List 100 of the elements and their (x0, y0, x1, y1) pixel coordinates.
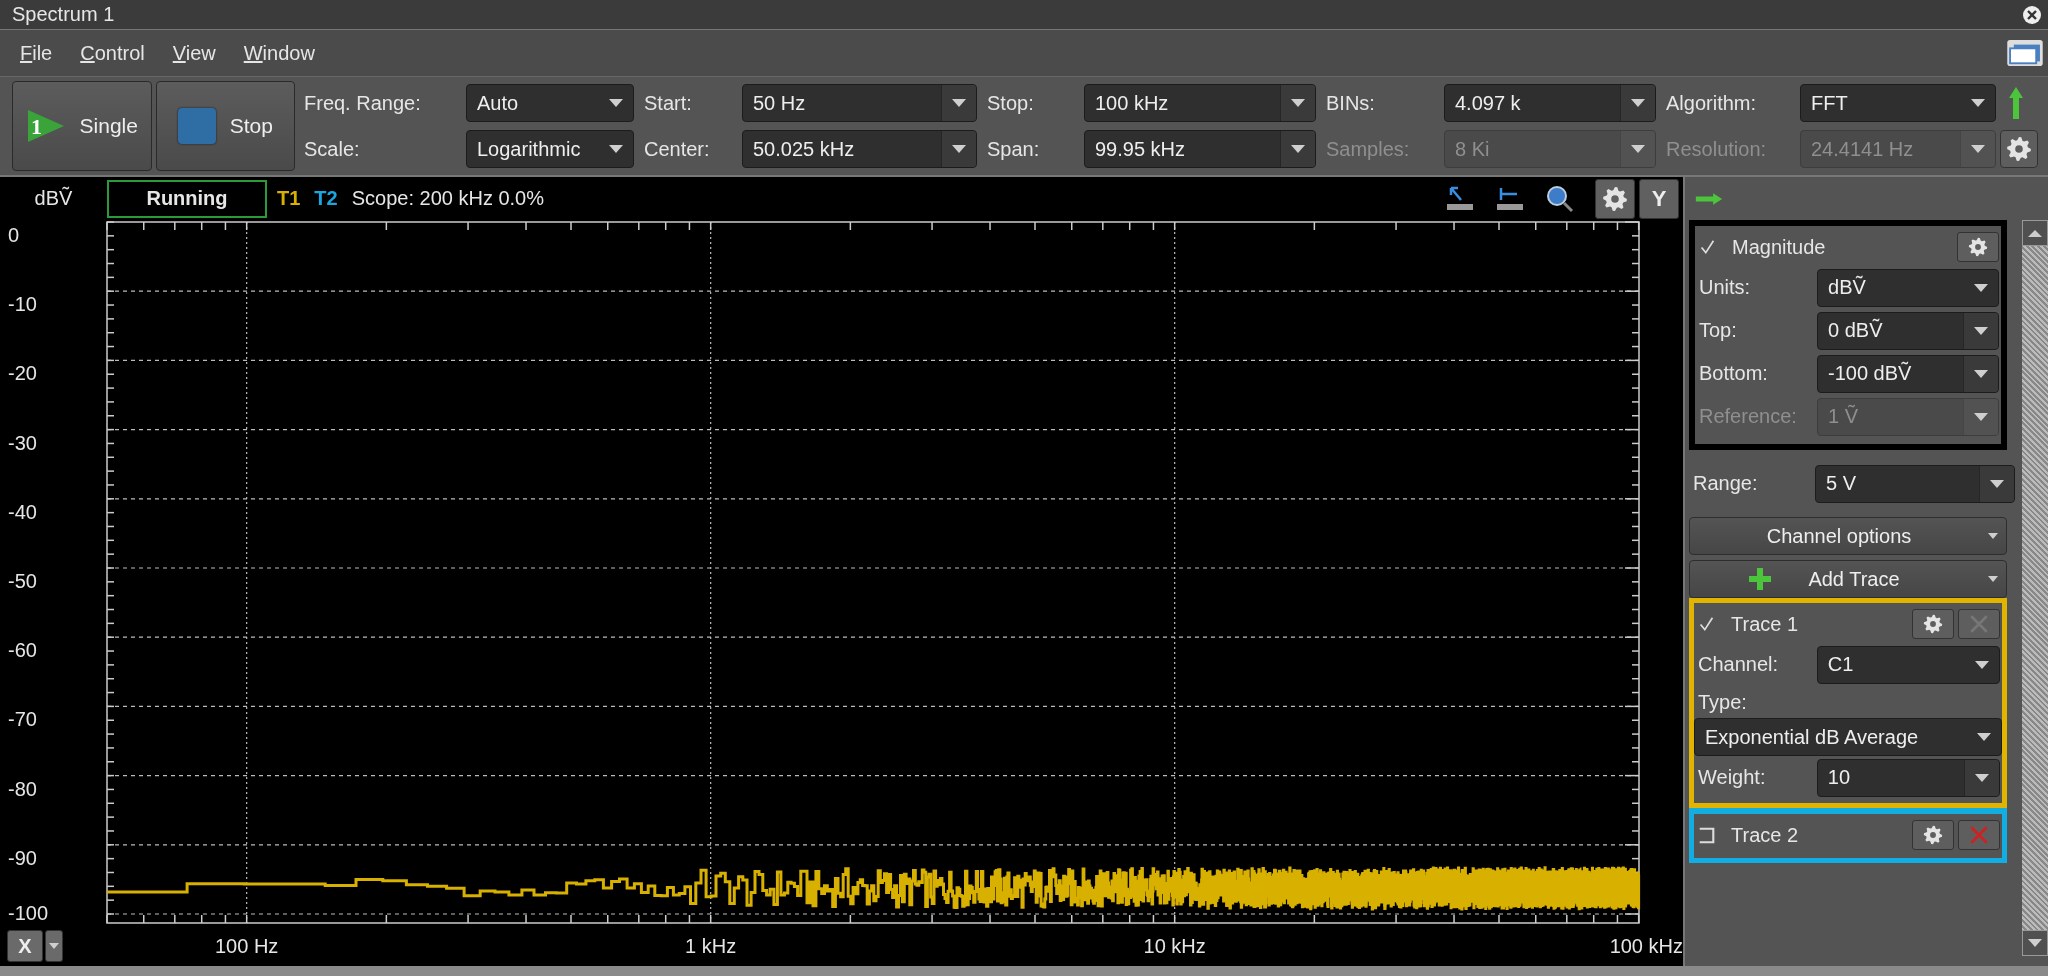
caret-icon (1977, 733, 1991, 741)
field-label: Stop: (986, 91, 1035, 115)
settings-button[interactable] (1912, 820, 1954, 850)
axis-label: -80 (8, 777, 37, 800)
dropdown[interactable]: FFT (1800, 84, 1996, 122)
field-label: Start: (643, 91, 693, 115)
caret-icon (1974, 283, 1988, 292)
window-title: Spectrum 1 (12, 3, 116, 26)
menu-item[interactable]: Control (80, 41, 145, 65)
caret-icon (1974, 369, 1988, 378)
scroll-up-icon[interactable] (2022, 220, 2048, 246)
x-axis-button[interactable]: X (7, 930, 43, 962)
gear-icon (1602, 185, 1628, 212)
status-indicator: Running (107, 179, 267, 218)
scrollbar[interactable] (2022, 220, 2048, 956)
search-icon[interactable] (1545, 183, 1575, 214)
play-once-icon: 1 (25, 108, 66, 144)
checkmark-icon[interactable] (1699, 238, 1716, 256)
trace-legend[interactable]: T1 (277, 187, 301, 210)
axis-label: -30 (8, 431, 37, 454)
dropdown[interactable]: 50 Hz (742, 84, 977, 122)
field-label: Center: (643, 137, 711, 161)
field-label: Channel: (1697, 653, 1780, 676)
axis-label: -90 (8, 846, 37, 869)
caret-icon (1990, 479, 2004, 488)
dropdown[interactable]: 99.95 kHz (1084, 130, 1316, 168)
axis-label: 100 Hz (215, 935, 279, 957)
field-label: Reference: (1698, 405, 1798, 428)
axis-label: 100 kHz (1609, 935, 1683, 957)
dropdown[interactable]: 0 dBṼ (1817, 311, 1999, 350)
y-axis-button[interactable]: Y (1639, 178, 1679, 219)
caret-icon (1291, 99, 1305, 107)
dropdown[interactable]: Logarithmic (466, 130, 634, 168)
axis-label: 1 kHz (685, 935, 737, 957)
field-label: Span: (986, 137, 1041, 161)
toolbar-button[interactable]: Stop (155, 81, 295, 171)
dropdown[interactable]: 100 kHz (1084, 84, 1316, 122)
settings-button[interactable] (1595, 178, 1635, 219)
caret-icon (1291, 145, 1305, 153)
arrow-right-icon[interactable] (1695, 191, 1723, 206)
caret-icon (1631, 99, 1645, 107)
dropdown[interactable]: Auto (466, 84, 634, 122)
field-label: Units: (1698, 276, 1752, 299)
stop-icon (177, 108, 216, 144)
caret-icon (1975, 773, 1989, 782)
axis-label: 0 (8, 224, 20, 246)
field-label: Top: (1698, 319, 1738, 342)
axis-label: -70 (8, 708, 37, 731)
field-label: Range: (1692, 472, 1759, 495)
channel-options-button[interactable]: Channel options (1689, 517, 2007, 555)
cross-icon (1968, 824, 1990, 846)
menu-item[interactable]: View (172, 41, 216, 65)
caret-icon (1988, 533, 1998, 539)
dropdown[interactable]: C1 (1816, 645, 2000, 684)
dropdown[interactable]: 50.025 kHz (742, 130, 977, 168)
axis-label: -10 (8, 293, 37, 316)
caret-icon (1975, 660, 1989, 669)
close-icon[interactable] (2022, 4, 2042, 25)
settings-button[interactable] (1957, 232, 1999, 262)
caret-icon (1971, 145, 1985, 153)
field-label: Scale: (304, 137, 361, 161)
axis-label: -40 (8, 500, 37, 523)
caret-icon (1631, 145, 1645, 153)
add-trace-button[interactable]: Add Trace (1689, 560, 2007, 598)
field-label: Bottom: (1698, 362, 1769, 385)
cross-icon (1968, 613, 1990, 635)
gear-icon (2006, 136, 2032, 162)
caret-icon (952, 99, 966, 107)
arrow-up-icon[interactable] (2008, 86, 2024, 120)
dropdown-button[interactable] (45, 930, 63, 962)
window-icon[interactable] (2006, 39, 2044, 67)
section-title: Magnitude (1732, 235, 1826, 259)
field-label: Type: (1697, 690, 1748, 714)
dropdown[interactable]: 4.097 k (1444, 84, 1656, 122)
dropdown[interactable]: 10 (1816, 758, 2000, 797)
caret-icon (609, 145, 623, 153)
trace-title: Trace 1 (1731, 612, 1799, 636)
trace-legend[interactable]: T2 (314, 187, 338, 210)
scroll-down-icon[interactable] (2022, 930, 2048, 956)
dropdown[interactable]: 5 V (1815, 464, 2015, 503)
menu-item[interactable]: File (20, 41, 53, 65)
dropdown[interactable]: -100 dBṼ (1817, 354, 1999, 393)
field-label: Weight: (1697, 766, 1767, 789)
caret-icon (1988, 576, 1998, 582)
dropdown[interactable]: Exponential dB Average (1694, 718, 2002, 756)
checkmark-icon[interactable] (1698, 615, 1715, 633)
settings-button[interactable] (1912, 609, 1954, 639)
dropdown[interactable]: dBṼ (1817, 268, 1999, 307)
menu-item[interactable]: Window (243, 41, 315, 65)
toolbar-button[interactable]: 1 Single (12, 81, 152, 171)
caret-icon (952, 145, 966, 153)
field-label: Algorithm: (1665, 91, 1758, 115)
settings-button[interactable] (2000, 130, 2038, 168)
field-label: Resolution: (1665, 137, 1768, 161)
checkbox-icon[interactable] (1698, 826, 1715, 844)
field-label: Samples: (1325, 137, 1411, 161)
axis-label: -60 (8, 639, 37, 662)
field-label: BINs: (1325, 91, 1376, 115)
axis-label: -50 (8, 570, 37, 592)
caret-icon (1971, 99, 1985, 107)
